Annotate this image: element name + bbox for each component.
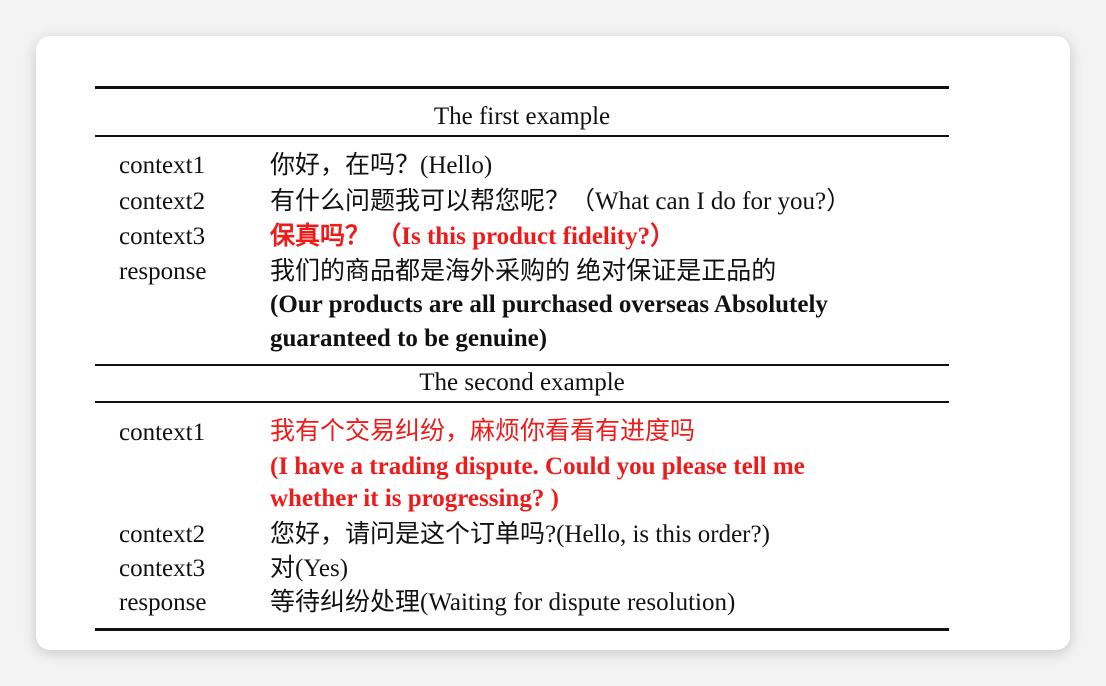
example2-context3-text: 对(Yes) (270, 555, 349, 582)
example2-context2-text: 您好，请问是这个订单吗?(Hello, is this order?) (270, 521, 770, 548)
example1-context3-text: 保真吗？ （Is this product fidelity?） (270, 223, 676, 250)
example1-context3-label: context3 (119, 223, 206, 250)
example2-context2-label: context2 (119, 521, 206, 548)
example1-context1-text: 你好，在吗？(Hello) (270, 152, 493, 179)
example2-context1-label: context1 (119, 419, 206, 446)
example1-response-label: response (119, 258, 207, 285)
example1-title: The first example (433, 103, 611, 130)
example2-context1-line3: whether it is progressing? ) (270, 485, 559, 512)
bottom-rule (95, 628, 949, 631)
example2-title: The second example (419, 369, 625, 396)
example1-response-line3: guaranteed to be genuine) (270, 325, 548, 352)
example2-header-rule (95, 401, 949, 403)
section-divider-rule (95, 364, 949, 366)
example2-response-label: response (119, 589, 207, 616)
example2-context3-label: context3 (119, 555, 206, 582)
example2-context1-line1: 我有个交易纠纷，麻烦你看看有进度吗 (270, 418, 696, 445)
example1-context2-label: context2 (119, 188, 206, 215)
example1-response-line1: 我们的商品都是海外采购的 绝对保证是正品的 (270, 258, 777, 285)
example1-context2-text: 有什么问题我可以帮您呢？（What can I do for you?） (270, 188, 852, 215)
example2-context1-line2: (I have a trading dispute. Could you ple… (270, 453, 805, 480)
example1-response-line2: (Our products are all purchased overseas… (270, 291, 828, 318)
top-rule (95, 86, 949, 89)
example1-header-rule (95, 135, 949, 137)
example2-response-text: 等待纠纷处理(Waiting for dispute resolution) (270, 589, 736, 616)
example1-context1-label: context1 (119, 152, 206, 179)
